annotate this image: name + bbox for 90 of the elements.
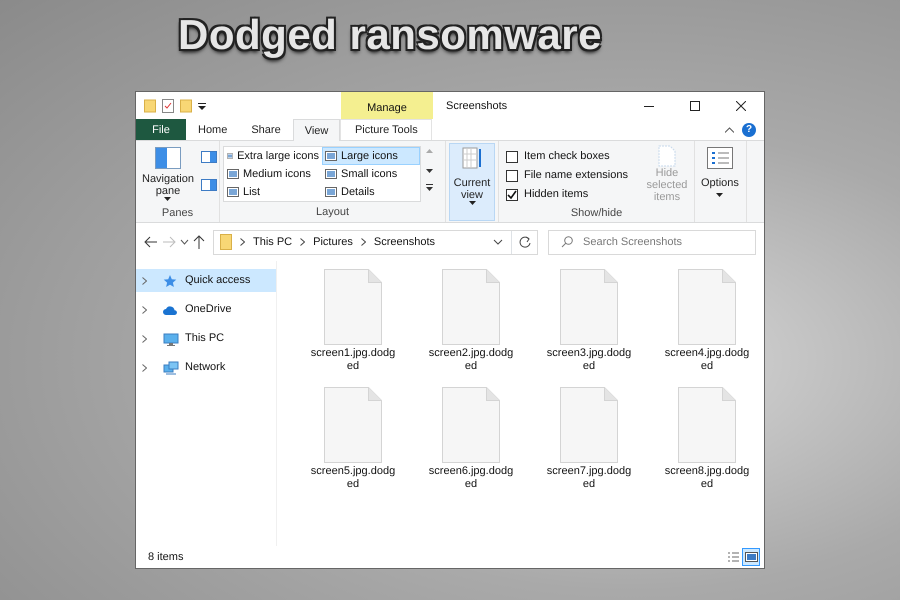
headline: Dodged ransomware — [178, 14, 602, 56]
file-item[interactable]: screen2.jpg.dodged — [412, 269, 530, 387]
dropdown-icon — [716, 193, 724, 197]
checkmark-icon — [507, 190, 517, 200]
layout-option[interactable]: Extra large icons — [224, 147, 322, 165]
dropdown-icon — [164, 197, 172, 201]
file-item[interactable]: screen6.jpg.dodged — [412, 387, 530, 505]
file-item[interactable]: screen8.jpg.dodged — [648, 387, 766, 505]
chevron-down-icon[interactable] — [493, 239, 503, 245]
chevron-right-icon — [300, 238, 306, 246]
details-pane-icon[interactable] — [200, 179, 217, 191]
breadcrumb[interactable]: This PC — [253, 234, 292, 250]
sidebar-item[interactable]: OneDrive — [136, 298, 276, 321]
chevron-right-icon — [142, 334, 147, 342]
properties-icon[interactable] — [162, 98, 174, 112]
chevron-down-icon[interactable] — [180, 239, 189, 245]
view-icon — [325, 151, 337, 161]
sidebar-item[interactable]: Quick access — [136, 269, 276, 292]
checkbox-option[interactable]: Hidden items — [506, 185, 628, 204]
preview-pane-icon[interactable] — [200, 151, 217, 163]
sidebar-item[interactable]: This PC — [136, 327, 276, 350]
large-view-button[interactable] — [742, 548, 760, 566]
layout-option[interactable]: Medium icons — [224, 165, 322, 183]
blank-file-icon — [678, 387, 736, 463]
file-item[interactable]: screen1.jpg.dodged — [294, 269, 412, 387]
star-icon — [163, 274, 179, 288]
blank-file-icon — [678, 269, 736, 345]
network-icon — [163, 360, 179, 374]
chevron-right-icon — [142, 306, 147, 314]
view-icon — [325, 187, 337, 197]
blank-file-icon — [324, 387, 382, 463]
layout-option[interactable]: List — [224, 183, 322, 201]
address-field[interactable]: This PC Pictures Screenshots — [213, 230, 538, 254]
file-item[interactable]: screen4.jpg.dodged — [648, 269, 766, 387]
page-icon — [658, 145, 676, 167]
navigation-pane-button[interactable]: Navigation pane — [139, 143, 197, 205]
layout-option[interactable]: Details — [322, 183, 420, 201]
file-item[interactable]: screen7.jpg.dodged — [530, 387, 648, 505]
sidebar-item[interactable]: Network — [136, 356, 276, 379]
file-item[interactable]: screen5.jpg.dodged — [294, 387, 412, 505]
breadcrumb[interactable]: Screenshots — [374, 234, 436, 250]
options-icon — [706, 147, 733, 169]
layout-option[interactable]: Small icons — [322, 165, 420, 183]
refresh-icon — [518, 236, 530, 248]
layout-option[interactable]: Large icons — [322, 147, 420, 165]
back-icon[interactable] — [144, 236, 158, 248]
chevron-right-icon — [142, 276, 147, 284]
file-item[interactable]: screen3.jpg.dodged — [530, 269, 648, 387]
checkbox-option[interactable]: File name extensions — [506, 166, 628, 185]
search-field[interactable]: Search Screenshots — [548, 230, 756, 254]
search-icon — [561, 236, 573, 248]
blank-file-icon — [324, 269, 382, 345]
view-icon — [227, 169, 239, 179]
folder-icon — [220, 234, 232, 250]
item-count: 8 items — [148, 550, 184, 565]
close-icon — [736, 100, 746, 110]
pane-icon — [154, 147, 181, 169]
group-label: Panes — [160, 206, 194, 221]
up-icon[interactable] — [193, 235, 205, 249]
checkbox-option[interactable]: Item check boxes — [506, 147, 628, 166]
chevron-right-icon — [240, 238, 245, 246]
dropdown-icon — [468, 201, 476, 205]
context-tab-header: Manage — [341, 92, 433, 119]
blank-file-icon — [560, 387, 618, 463]
dropdown-icon[interactable] — [198, 100, 206, 110]
columns-icon — [461, 147, 483, 169]
group-label: Show/hide — [570, 206, 624, 221]
collapse-ribbon-icon[interactable] — [725, 126, 734, 132]
ribbon-tab[interactable]: View — [292, 119, 340, 141]
breadcrumb[interactable]: Pictures — [313, 234, 353, 250]
chevron-right-icon — [360, 238, 366, 246]
view-icon — [227, 187, 239, 197]
ribbon-tab[interactable]: Share — [239, 119, 293, 140]
current-view-button[interactable]: Current view — [449, 143, 495, 221]
ribbon-tab[interactable]: File — [136, 119, 186, 140]
chevron-right-icon — [142, 364, 147, 372]
view-icon — [325, 169, 337, 179]
blank-file-icon — [442, 269, 500, 345]
ribbon-tab[interactable]: Home — [186, 119, 240, 140]
ribbon-tab[interactable]: Picture Tools — [340, 119, 432, 140]
large-icons-view-icon — [744, 551, 758, 563]
help-button[interactable]: ? — [742, 122, 756, 136]
blank-file-icon — [442, 387, 500, 463]
window-title: Screenshots — [445, 99, 508, 114]
computer-icon — [163, 332, 179, 346]
maximize-icon — [690, 100, 700, 110]
details-view-icon — [726, 551, 740, 563]
blank-file-icon — [560, 269, 618, 345]
group-label: Layout — [314, 204, 350, 220]
view-icon — [227, 151, 234, 161]
